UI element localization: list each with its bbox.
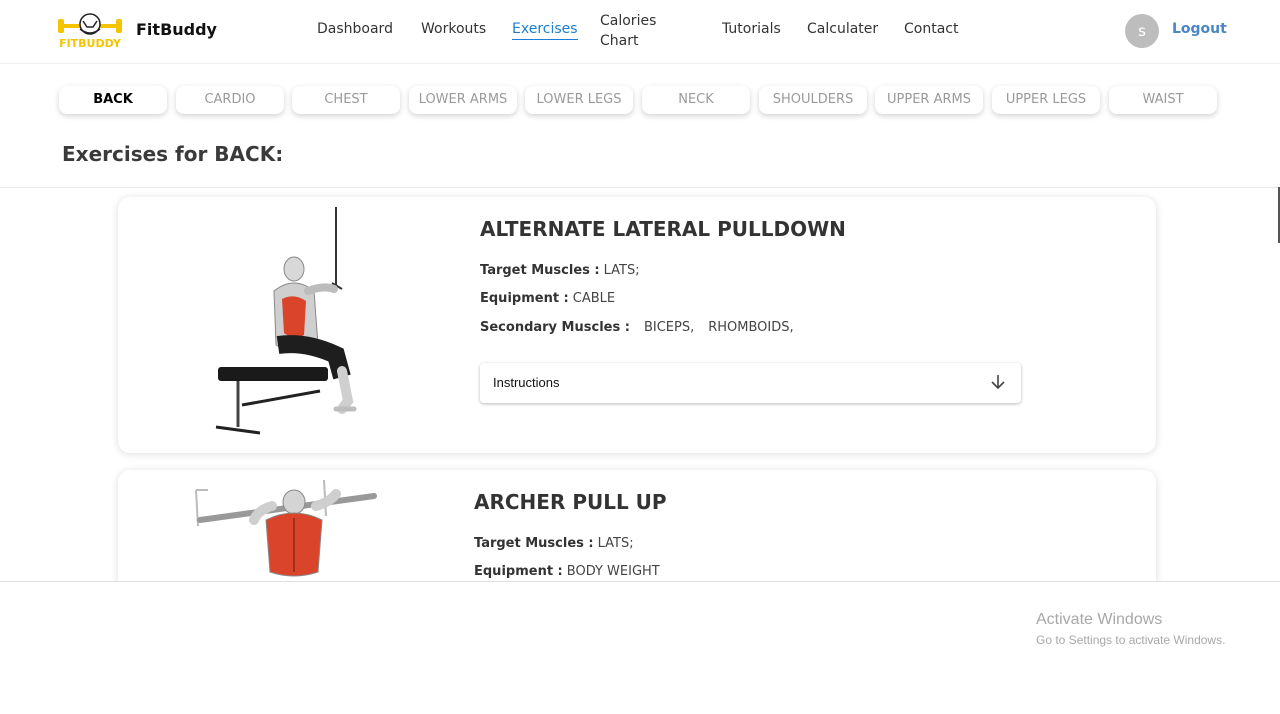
logout-button[interactable]: Logout bbox=[1172, 21, 1227, 37]
user-avatar[interactable]: s bbox=[1125, 14, 1159, 48]
exercise-card: ALTERNATE LATERAL PULLDOWN Target Muscle… bbox=[118, 197, 1156, 453]
exercise-illustration bbox=[194, 476, 378, 581]
nav-workouts[interactable]: Workouts bbox=[421, 21, 486, 37]
secondary-muscle-value: RHOMBOIDS, bbox=[708, 320, 794, 335]
exercise-list[interactable]: ALTERNATE LATERAL PULLDOWN Target Muscle… bbox=[0, 188, 1280, 581]
exercise-name: ARCHER PULL UP bbox=[474, 490, 667, 514]
target-muscles-value: LATS; bbox=[603, 263, 640, 278]
nav-calculater[interactable]: Calculater bbox=[807, 21, 878, 37]
equipment-value: CABLE bbox=[572, 291, 616, 306]
nav-tutorials[interactable]: Tutorials bbox=[722, 21, 781, 37]
target-muscles-row: Target Muscles : LATS; bbox=[474, 536, 634, 551]
nav-calories-chart[interactable]: Calories Chart bbox=[600, 11, 670, 51]
secondary-muscles-label: Secondary Muscles : bbox=[480, 320, 630, 335]
fitbuddy-logo[interactable]: FITBUDDY bbox=[56, 11, 124, 50]
equipment-value: BODY WEIGHT bbox=[566, 564, 660, 579]
category-tab-lower-arms[interactable]: LOWER ARMS bbox=[409, 86, 517, 114]
category-tab-waist[interactable]: WAIST bbox=[1109, 86, 1217, 114]
category-tab-cardio[interactable]: CARDIO bbox=[176, 86, 284, 114]
activate-windows-title: Activate Windows bbox=[1036, 611, 1163, 628]
target-muscles-value: LATS; bbox=[597, 536, 634, 551]
nav-contact[interactable]: Contact bbox=[904, 21, 958, 37]
secondary-muscles-row: Secondary Muscles : BICEPS, RHOMBOIDS, bbox=[480, 320, 794, 335]
arrow-down-icon[interactable] bbox=[989, 373, 1007, 391]
exercise-card: ARCHER PULL UP Target Muscles : LATS; Equ… bbox=[118, 470, 1156, 581]
category-tab-lower-legs[interactable]: LOWER LEGS bbox=[525, 86, 633, 114]
exercise-name: ALTERNATE LATERAL PULLDOWN bbox=[480, 217, 846, 241]
target-muscles-label: Target Muscles : bbox=[474, 536, 594, 551]
category-tab-back[interactable]: BACK bbox=[59, 86, 167, 114]
activate-windows-subtitle: Go to Settings to activate Windows. bbox=[1036, 633, 1226, 647]
equipment-label: Equipment : bbox=[480, 291, 569, 306]
nav-exercises[interactable]: Exercises bbox=[512, 21, 578, 40]
section-title: Exercises for BACK: bbox=[62, 142, 284, 166]
nav-dashboard[interactable]: Dashboard bbox=[317, 21, 393, 37]
brand-name[interactable]: FitBuddy bbox=[136, 20, 217, 39]
svg-text:FITBUDDY: FITBUDDY bbox=[59, 37, 122, 49]
category-tab-neck[interactable]: NECK bbox=[642, 86, 750, 114]
equipment-label: Equipment : bbox=[474, 564, 563, 579]
secondary-muscle-value: BICEPS, bbox=[643, 320, 695, 335]
target-muscles-label: Target Muscles : bbox=[480, 263, 600, 278]
category-tab-upper-arms[interactable]: UPPER ARMS bbox=[875, 86, 983, 114]
category-tab-upper-legs[interactable]: UPPER LEGS bbox=[992, 86, 1100, 114]
top-navbar: FITBUDDY FitBuddy Dashboard Workouts Exe… bbox=[0, 0, 1280, 64]
target-muscles-row: Target Muscles : LATS; bbox=[480, 263, 640, 278]
viewport-divider bbox=[0, 581, 1280, 582]
instructions-label: Instructions bbox=[493, 375, 560, 390]
category-tab-shoulders[interactable]: SHOULDERS bbox=[759, 86, 867, 114]
equipment-row: Equipment : BODY WEIGHT bbox=[474, 564, 660, 579]
instructions-accordion[interactable]: Instructions bbox=[480, 363, 1021, 403]
equipment-row: Equipment : CABLE bbox=[480, 291, 615, 306]
exercise-illustration bbox=[208, 205, 368, 437]
category-tab-chest[interactable]: CHEST bbox=[292, 86, 400, 114]
